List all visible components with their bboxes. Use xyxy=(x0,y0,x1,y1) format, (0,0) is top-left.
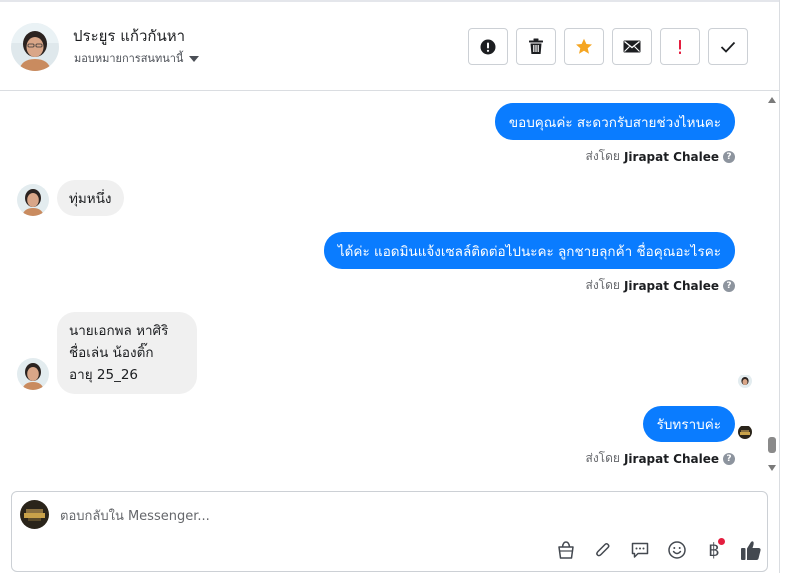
shop-button[interactable] xyxy=(554,538,578,562)
composer-toolbar: ฿ xyxy=(554,538,763,562)
reply-input[interactable] xyxy=(60,506,580,526)
trash-icon xyxy=(529,38,543,54)
conversation-header: ประยูร แก้วกันหา มอบหมายการสนทนานี้ xyxy=(0,2,779,91)
message-thread[interactable]: ขอบคุณค่ะ สะดวกรับสายช่วงไหนคะ ส่งโดย Ji… xyxy=(0,92,765,477)
mark-spam-button[interactable] xyxy=(468,28,508,65)
right-divider xyxy=(779,0,780,573)
saved-replies-button[interactable] xyxy=(628,538,652,562)
checkmark-icon xyxy=(720,41,736,53)
thread-scrollbar[interactable] xyxy=(765,92,779,477)
message-line: อายุ 25_26 xyxy=(69,367,138,383)
assign-conversation-dropdown[interactable]: มอบหมายการสนทนานี้ xyxy=(74,49,200,67)
scroll-up-arrow-icon[interactable] xyxy=(768,97,776,103)
message-text: ได้ค่ะ แอดมินแจ้งเซลล์ติดต่อไปนะคะ ลูกชา… xyxy=(337,243,721,260)
mark-done-button[interactable] xyxy=(708,28,748,65)
sent-by-prefix: ส่งโดย xyxy=(585,451,620,465)
like-button[interactable] xyxy=(739,538,763,562)
message-line: นายเอกพล หาศิริ xyxy=(69,323,169,339)
incoming-message[interactable]: ทุ่มหนึ่ง xyxy=(57,180,124,216)
reply-composer: ฿ xyxy=(11,491,768,572)
message-text: ทุ่มหนึ่ง xyxy=(69,191,112,207)
mark-unread-button[interactable] xyxy=(612,28,652,65)
page-avatar-small xyxy=(738,425,752,439)
help-icon[interactable]: ? xyxy=(723,452,735,465)
sender-name: Jirapat Chalee xyxy=(623,278,719,293)
conversation-actions xyxy=(468,28,748,65)
saved-replies-icon xyxy=(631,542,649,558)
contact-avatar[interactable] xyxy=(11,23,59,71)
message-line: ชื่อเล่น น้องติ๊ก xyxy=(69,345,154,361)
star-icon xyxy=(576,38,592,54)
shopping-bag-icon xyxy=(558,541,574,559)
help-icon[interactable]: ? xyxy=(723,150,735,163)
emoji-icon xyxy=(668,541,686,559)
contact-avatar-small[interactable] xyxy=(17,358,49,390)
envelope-icon xyxy=(623,40,641,53)
alert-circle-icon xyxy=(480,39,496,54)
assign-label: มอบหมายการสนทนานี้ xyxy=(74,52,184,65)
sender-name: Jirapat Chalee xyxy=(623,149,719,164)
caret-down-icon xyxy=(189,55,200,62)
star-button[interactable] xyxy=(564,28,604,65)
sent-by-label: ส่งโดย Jirapat Chalee ? xyxy=(585,147,735,166)
notification-dot xyxy=(718,538,725,545)
incoming-message[interactable]: นายเอกพล หาศิริ ชื่อเล่น น้องติ๊ก อายุ 2… xyxy=(57,312,197,394)
exclamation-icon xyxy=(679,39,681,54)
scroll-thumb[interactable] xyxy=(768,437,776,453)
sender-name: Jirapat Chalee xyxy=(623,451,719,466)
thumbs-up-icon xyxy=(741,540,761,560)
payment-button[interactable]: ฿ xyxy=(702,538,726,562)
contact-avatar-small[interactable] xyxy=(17,184,49,216)
contact-name[interactable]: ประยูร แก้วกันหา xyxy=(73,24,185,48)
outgoing-message[interactable]: ได้ค่ะ แอดมินแจ้งเซลล์ติดต่อไปนะคะ ลูกชา… xyxy=(323,232,735,269)
seen-receipt-avatar xyxy=(738,374,752,388)
emoji-button[interactable] xyxy=(665,538,689,562)
delete-button[interactable] xyxy=(516,28,556,65)
attach-button[interactable] xyxy=(591,538,615,562)
outgoing-message[interactable]: รับทราบค่ะ xyxy=(642,406,735,442)
message-text: ขอบคุณค่ะ สะดวกรับสายช่วงไหนคะ xyxy=(508,114,721,131)
sent-by-prefix: ส่งโดย xyxy=(585,149,620,163)
help-icon[interactable]: ? xyxy=(723,279,735,292)
sent-by-label: ส่งโดย Jirapat Chalee ? xyxy=(585,276,735,295)
conversation-panel: ประยูร แก้วกันหา มอบหมายการสนทนานี้ ขอบค… xyxy=(0,0,785,573)
paperclip-icon xyxy=(596,543,610,557)
sent-by-label: ส่งโดย Jirapat Chalee ? xyxy=(585,449,735,468)
mark-important-button[interactable] xyxy=(660,28,700,65)
message-text: รับทราบค่ะ xyxy=(656,417,721,433)
sent-by-prefix: ส่งโดย xyxy=(585,278,620,292)
outgoing-message[interactable]: ขอบคุณค่ะ สะดวกรับสายช่วงไหนคะ xyxy=(494,103,735,140)
page-avatar xyxy=(20,500,49,529)
scroll-down-arrow-icon[interactable] xyxy=(768,465,776,471)
